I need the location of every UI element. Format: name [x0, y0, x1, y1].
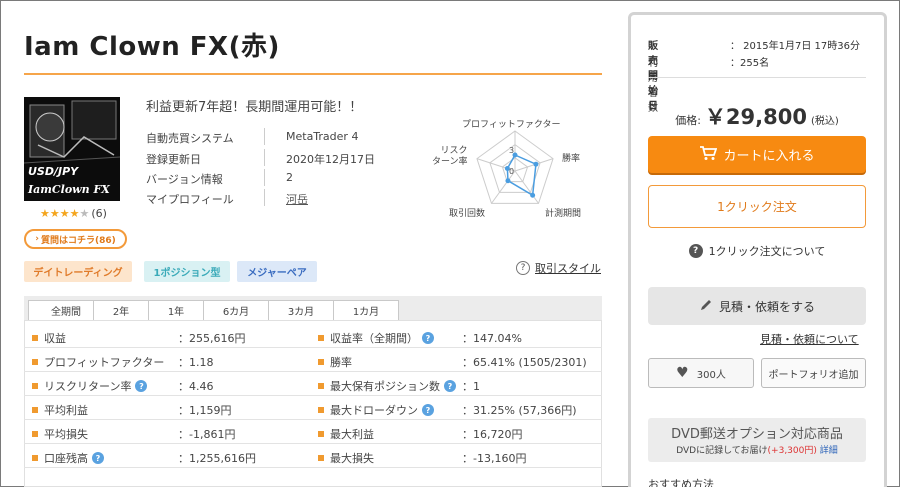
spec-label: 自動売買システム	[146, 132, 234, 145]
bullet-square	[32, 407, 38, 413]
question-icon: ?	[516, 261, 530, 275]
tag-major-pair[interactable]: メジャーペア	[237, 261, 317, 282]
stat-value: ：255,616円	[178, 332, 246, 345]
dvd-detail-link[interactable]: 詳細	[820, 446, 838, 456]
spec-value: 2020年12月17日	[286, 153, 375, 166]
spec-value: MetaTrader 4	[286, 130, 359, 143]
dvd-subtitle: DVDに記録してお届け(+3,300円) 詳細	[676, 446, 838, 456]
stat-label: 最大損失	[318, 450, 374, 466]
profile-link[interactable]: 河岳	[286, 191, 308, 207]
cart-icon	[699, 145, 718, 165]
title-divider	[24, 73, 602, 75]
stat-label: 最大ドローダウン?	[318, 402, 434, 418]
price: 価格: ￥29,800 (税込)	[648, 101, 866, 131]
tag-one-position[interactable]: 1ポジション型	[144, 261, 230, 282]
recommend-text: おすすめ方法	[648, 478, 714, 487]
stat-value: ：16,720円	[462, 428, 523, 441]
spec-label: 登録更新日	[146, 153, 201, 166]
stat-label: 平均利益	[32, 402, 88, 418]
help-icon[interactable]: ?	[444, 380, 456, 392]
tab-3m[interactable]: 3カ月	[268, 300, 334, 320]
radar-scale-label: 0	[509, 167, 514, 176]
bullet-square	[32, 455, 38, 461]
image-caption-name: IamClown FX	[27, 183, 110, 196]
star-icon: ★★★★	[40, 207, 80, 220]
bullet-square	[32, 335, 38, 341]
spec-label: マイプロフィール	[146, 193, 234, 206]
bullet-square	[318, 431, 324, 437]
radar-label-trades: 取引回数	[449, 209, 486, 219]
stat-value: ：-13,160円	[462, 452, 527, 465]
heart-icon: ♥	[676, 365, 689, 381]
add-to-cart-button[interactable]: カートに入れる	[648, 136, 866, 173]
help-icon[interactable]: ?	[422, 332, 434, 344]
bullet-square	[318, 407, 324, 413]
radar-point	[505, 178, 511, 184]
stat-value: ：-1,861円	[178, 428, 236, 441]
favorite-button[interactable]: ♥ 300人	[648, 358, 754, 388]
tab-2y[interactable]: 2年	[93, 300, 149, 320]
star-empty-icon: ★	[79, 207, 90, 220]
question-icon: ?	[688, 244, 703, 258]
tab-6m[interactable]: 6カ月	[203, 300, 269, 320]
stat-value: ：1.18	[178, 356, 214, 369]
stat-value: ：1,255,616円	[178, 452, 256, 465]
question-button[interactable]: › 質問はコチラ(86)	[24, 229, 127, 249]
stat-label: 平均損失	[32, 426, 88, 442]
stat-label: 収益率（全期間）?	[318, 330, 434, 346]
stat-label: 最大保有ポジション数?	[318, 378, 456, 394]
about-quote-link[interactable]: 見積・依頼について	[760, 331, 859, 347]
tab-1y[interactable]: 1年	[148, 300, 204, 320]
chevron-right-icon: ›	[35, 234, 39, 244]
bullet-square	[318, 383, 324, 389]
radar-label-profit-factor: プロフィットファクター	[462, 120, 561, 130]
bullet-square	[318, 455, 324, 461]
stat-value: ：65.41% (1505/2301)	[462, 356, 587, 369]
radar-label-period: 計測期間	[545, 209, 582, 219]
add-portfolio-button[interactable]: ポートフォリオ追加	[761, 358, 866, 388]
stat-value: ：1	[462, 380, 480, 393]
stat-value: ：1,159円	[178, 404, 232, 417]
dvd-title: DVD郵送オプション対応商品	[671, 427, 843, 442]
bullet-square	[32, 359, 38, 365]
stat-label: リスクリターン率?	[32, 378, 148, 394]
about-one-click-link[interactable]: ? 1クリック注文について	[648, 243, 866, 259]
price-value: ￥29,800	[704, 105, 807, 129]
radar-point	[530, 192, 536, 198]
stat-value: ：31.25% (57,366円)	[462, 404, 577, 417]
spec-value: 2	[286, 171, 293, 184]
stat-value: ：4.46	[178, 380, 214, 393]
stat-label: 最大利益	[318, 426, 374, 442]
bullet-square	[318, 335, 324, 341]
product-headline: 利益更新7年超！長期間運用可能！！	[146, 100, 363, 115]
spec-label: バージョン情報	[146, 173, 223, 186]
help-icon[interactable]: ?	[135, 380, 148, 392]
tab-1m[interactable]: 1カ月	[333, 300, 399, 320]
rating-count: (6)	[91, 207, 107, 220]
bullet-square	[318, 359, 324, 365]
tag-day-trading[interactable]: デイトレーディング	[24, 261, 132, 282]
image-caption-pair: USD/JPY	[28, 165, 79, 178]
product-image[interactable]: USD/JPY IamClown FX	[24, 97, 120, 201]
bullet-square	[32, 431, 38, 437]
stat-label: 勝率	[318, 354, 352, 370]
stat-label: 口座残高?	[32, 450, 104, 466]
help-icon[interactable]: ?	[92, 452, 104, 464]
help-icon[interactable]: ?	[422, 404, 434, 416]
trading-style-link[interactable]: ? 取引スタイル	[516, 260, 601, 276]
page-title: Iam Clown FX(赤)	[24, 32, 280, 62]
rating-stars[interactable]: ★★★★★ (6)	[40, 207, 107, 220]
pen-icon	[699, 298, 713, 315]
stat-value: ：147.04%	[462, 332, 522, 345]
radar-scale-label: 3	[509, 146, 514, 155]
one-click-order-button[interactable]: 1クリック注文	[648, 185, 866, 228]
stat-label: プロフィットファクター	[32, 354, 164, 370]
radar-point	[533, 161, 539, 167]
radar-label-win-rate: 勝率	[562, 154, 581, 164]
stat-label: 収益	[32, 330, 66, 346]
radar-label-risk-return: リスク ターン率	[432, 146, 468, 167]
bullet-square	[32, 383, 38, 389]
request-quote-button[interactable]: 見積・依頼をする	[648, 287, 866, 325]
